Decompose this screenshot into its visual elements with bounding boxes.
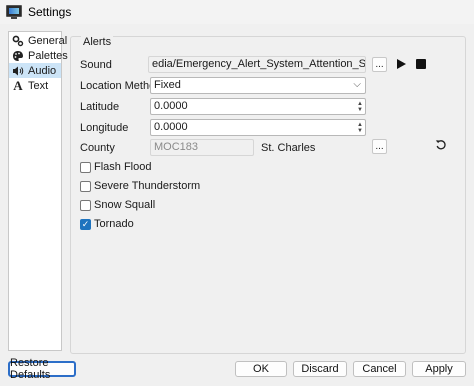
county-browse-button[interactable]: ... <box>372 139 387 154</box>
location-method-value: Fixed <box>154 79 181 91</box>
checkbox-box[interactable] <box>80 161 91 173</box>
sound-browse-button[interactable]: ... <box>372 57 387 72</box>
ok-button[interactable]: OK <box>235 361 287 377</box>
sound-label: Sound <box>80 59 112 71</box>
longitude-label: Longitude <box>80 122 129 134</box>
speaker-icon <box>12 65 24 77</box>
sidebar-item-palettes[interactable]: Palettes <box>9 48 68 63</box>
sidebar-item-label: General <box>28 34 68 47</box>
checkbox-label: Tornado <box>94 218 134 230</box>
latitude-spinbox[interactable]: 0.0000 ▲ ▼ <box>150 98 366 115</box>
app-icon <box>6 4 22 20</box>
county-label: County <box>80 142 115 154</box>
palette-icon <box>12 50 24 62</box>
restore-defaults-button[interactable]: Restore Defaults <box>8 357 76 381</box>
longitude-spinbox[interactable]: 0.0000 ▲ ▼ <box>150 119 366 136</box>
sound-path-field[interactable]: edia/Emergency_Alert_System_Attention_Si… <box>148 56 366 73</box>
checkbox-label: Severe Thunderstorm <box>94 180 201 192</box>
play-icon[interactable] <box>396 59 406 69</box>
latitude-label: Latitude <box>80 101 120 113</box>
latitude-value: 0.0000 <box>154 100 188 112</box>
sidebar-item-label: Palettes <box>28 49 68 62</box>
discard-button[interactable]: Discard <box>293 361 347 377</box>
longitude-value: 0.0000 <box>154 121 188 133</box>
sidebar-item-label: Text <box>28 79 49 92</box>
spin-buttons[interactable]: ▲ ▼ <box>355 120 365 135</box>
checkbox-box[interactable] <box>80 180 91 192</box>
apply-button[interactable]: Apply <box>412 361 466 377</box>
checkbox-label: Snow Squall <box>94 199 156 211</box>
checkbox-box[interactable] <box>80 199 91 211</box>
sidebar-item-audio[interactable]: Audio <box>9 63 61 78</box>
cancel-button[interactable]: Cancel <box>353 361 406 377</box>
sidebar-item-general[interactable]: General <box>9 33 67 48</box>
text-icon: A <box>13 77 23 93</box>
county-code-field: MOC183 <box>150 139 254 156</box>
severe-thunderstorm-checkbox[interactable]: Severe Thunderstorm <box>80 180 200 192</box>
gears-icon <box>12 35 24 47</box>
tornado-checkbox[interactable]: ✓ Tornado <box>80 218 134 230</box>
settings-category-list: General Palettes Audio A Text <box>8 31 68 351</box>
reset-icon[interactable] <box>435 139 447 151</box>
snow-squall-checkbox[interactable]: Snow Squall <box>80 199 155 211</box>
stop-icon[interactable] <box>416 59 426 69</box>
location-method-select[interactable]: Fixed ⌵ <box>150 77 366 94</box>
group-title: Alerts <box>81 36 114 48</box>
county-name: St. Charles <box>261 142 316 154</box>
chevron-down-icon: ⌵ <box>353 79 361 90</box>
sidebar-item-text[interactable]: A Text <box>9 78 61 93</box>
title-bar: Settings <box>0 0 474 24</box>
window-title: Settings <box>28 5 72 19</box>
spin-down-icon[interactable]: ▼ <box>357 107 363 113</box>
spin-buttons[interactable]: ▲ ▼ <box>355 99 365 114</box>
spin-down-icon[interactable]: ▼ <box>357 128 363 134</box>
flash-flood-checkbox[interactable]: Flash Flood <box>80 161 151 173</box>
checkbox-label: Flash Flood <box>94 161 152 173</box>
sidebar-item-label: Audio <box>28 64 57 77</box>
checkmark-icon[interactable]: ✓ <box>80 218 91 230</box>
